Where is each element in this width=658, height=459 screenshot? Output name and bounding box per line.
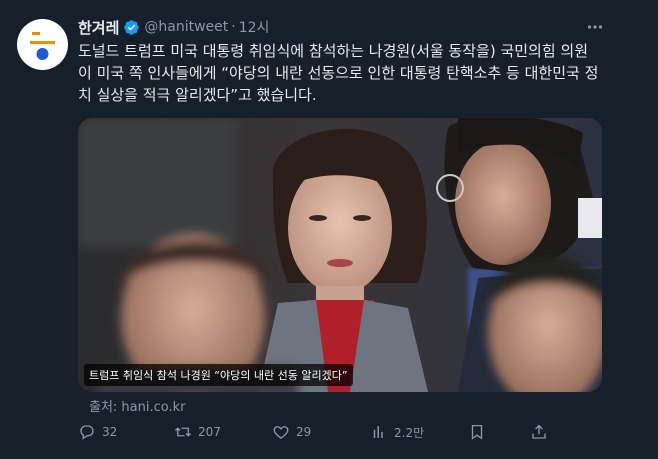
tweet-text-line: 이 미국 쪽 인사들에게 “야당의 내란 선동으로 인한 대통령 탄핵소추 등 … <box>78 64 599 82</box>
avatar[interactable] <box>17 19 68 70</box>
hankyoreh-logo-icon <box>30 32 55 60</box>
verified-badge-icon <box>123 19 140 36</box>
like-button[interactable]: 29 <box>272 421 311 443</box>
retweet-icon <box>174 423 192 441</box>
retweet-count: 207 <box>198 425 221 439</box>
views-icon <box>370 423 388 441</box>
tweet-header: 한겨레 @hanitweet · 12시 <box>78 16 269 38</box>
link-source[interactable]: 출처: hani.co.kr <box>89 396 186 415</box>
display-name[interactable]: 한겨레 <box>78 17 119 38</box>
bookmark-icon <box>468 423 486 441</box>
more-icon[interactable] <box>585 18 605 36</box>
like-count: 29 <box>296 425 312 439</box>
share-icon <box>530 423 548 441</box>
share-button[interactable] <box>530 421 548 443</box>
news-photo <box>78 118 602 392</box>
views-button[interactable]: 2.2만 <box>370 421 424 443</box>
tweet-card[interactable]: 한겨레 @hanitweet · 12시 도널드 트럼프 미국 대통령 취임식에… <box>0 0 658 459</box>
timestamp[interactable]: 12시 <box>239 17 270 37</box>
action-bar: 32 207 29 2.2만 <box>78 421 568 443</box>
separator: · <box>231 19 236 35</box>
media-caption: 트럼프 취임식 참석 나경원 “야당의 내란 선동 알리겠다” <box>84 364 353 386</box>
reply-count: 32 <box>102 425 118 439</box>
tweet-text: 도널드 트럼프 미국 대통령 취임식에 참석하는 나경원(서울 동작을) 국민의… <box>78 40 600 106</box>
tweet-text-line: 도널드 트럼프 미국 대통령 취임식에 참석하는 나경원(서울 동작을) 국민의… <box>78 42 589 60</box>
media-photo[interactable]: 트럼프 취임식 참석 나경원 “야당의 내란 선동 알리겠다” <box>78 118 602 392</box>
views-count: 2.2만 <box>394 425 425 440</box>
reply-button[interactable]: 32 <box>78 421 117 443</box>
retweet-button[interactable]: 207 <box>174 421 221 443</box>
bookmark-button[interactable] <box>468 421 486 443</box>
like-icon <box>272 423 290 441</box>
tweet-text-line: 치 실상을 적극 알리겠다”고 했습니다. <box>78 86 317 104</box>
reply-icon <box>78 423 96 441</box>
author-handle[interactable]: @hanitweet <box>144 19 228 35</box>
